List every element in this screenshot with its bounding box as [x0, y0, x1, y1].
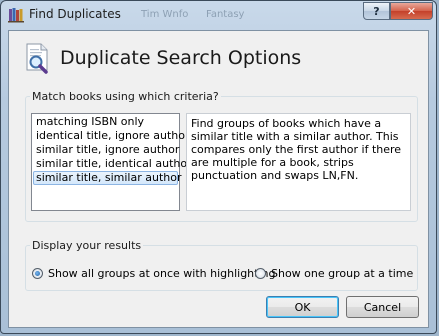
criteria-group: Match books using which criteria? matchi… [25, 90, 418, 222]
list-item[interactable]: identical title, ignore author [33, 129, 190, 143]
show-all-label: Show all groups at once with highlightin… [48, 267, 276, 280]
list-item[interactable]: similar title, identical author [33, 157, 192, 171]
show-one-radio[interactable] [255, 268, 266, 279]
list-item-selected[interactable]: similar title, similar author [33, 171, 182, 185]
background-tab-ghost: Tim Wnfo [141, 9, 189, 20]
show-all-radio[interactable] [32, 268, 43, 279]
help-button[interactable]: ? [363, 2, 390, 20]
page-title: Duplicate Search Options [60, 47, 302, 69]
criteria-description: Find groups of books which have a simila… [186, 113, 411, 211]
show-all-groups-option[interactable]: Show all groups at once with highlightin… [32, 267, 275, 280]
books-icon [8, 8, 24, 23]
list-item[interactable]: matching ISBN only [33, 115, 178, 129]
help-icon: ? [373, 4, 380, 18]
dialog-body: Duplicate Search Options Match books usi… [8, 30, 429, 328]
document-search-icon [26, 43, 48, 74]
show-one-label: Show one group at a time [271, 267, 414, 280]
cancel-button[interactable]: Cancel [346, 296, 419, 318]
criteria-legend: Match books using which criteria? [32, 90, 219, 103]
results-group: Display your results Show all groups at … [25, 239, 418, 291]
list-item[interactable]: similar title, ignore author [33, 143, 179, 157]
close-button[interactable]: ✕ [390, 2, 433, 20]
window-title: Find Duplicates [29, 7, 121, 21]
background-tab-ghost: Fantasy [206, 9, 245, 20]
close-icon: ✕ [406, 4, 417, 18]
show-one-group-option[interactable]: Show one group at a time [255, 267, 413, 280]
title-bar[interactable]: Find Duplicates Tim Wnfo Fantasy ? ✕ [1, 1, 436, 29]
find-duplicates-dialog: Find Duplicates Tim Wnfo Fantasy ? ✕ Dup… [0, 0, 437, 334]
criteria-listbox[interactable]: matching ISBN only identical title, igno… [31, 113, 192, 211]
results-legend: Display your results [32, 239, 142, 252]
ok-button[interactable]: OK [266, 296, 339, 318]
